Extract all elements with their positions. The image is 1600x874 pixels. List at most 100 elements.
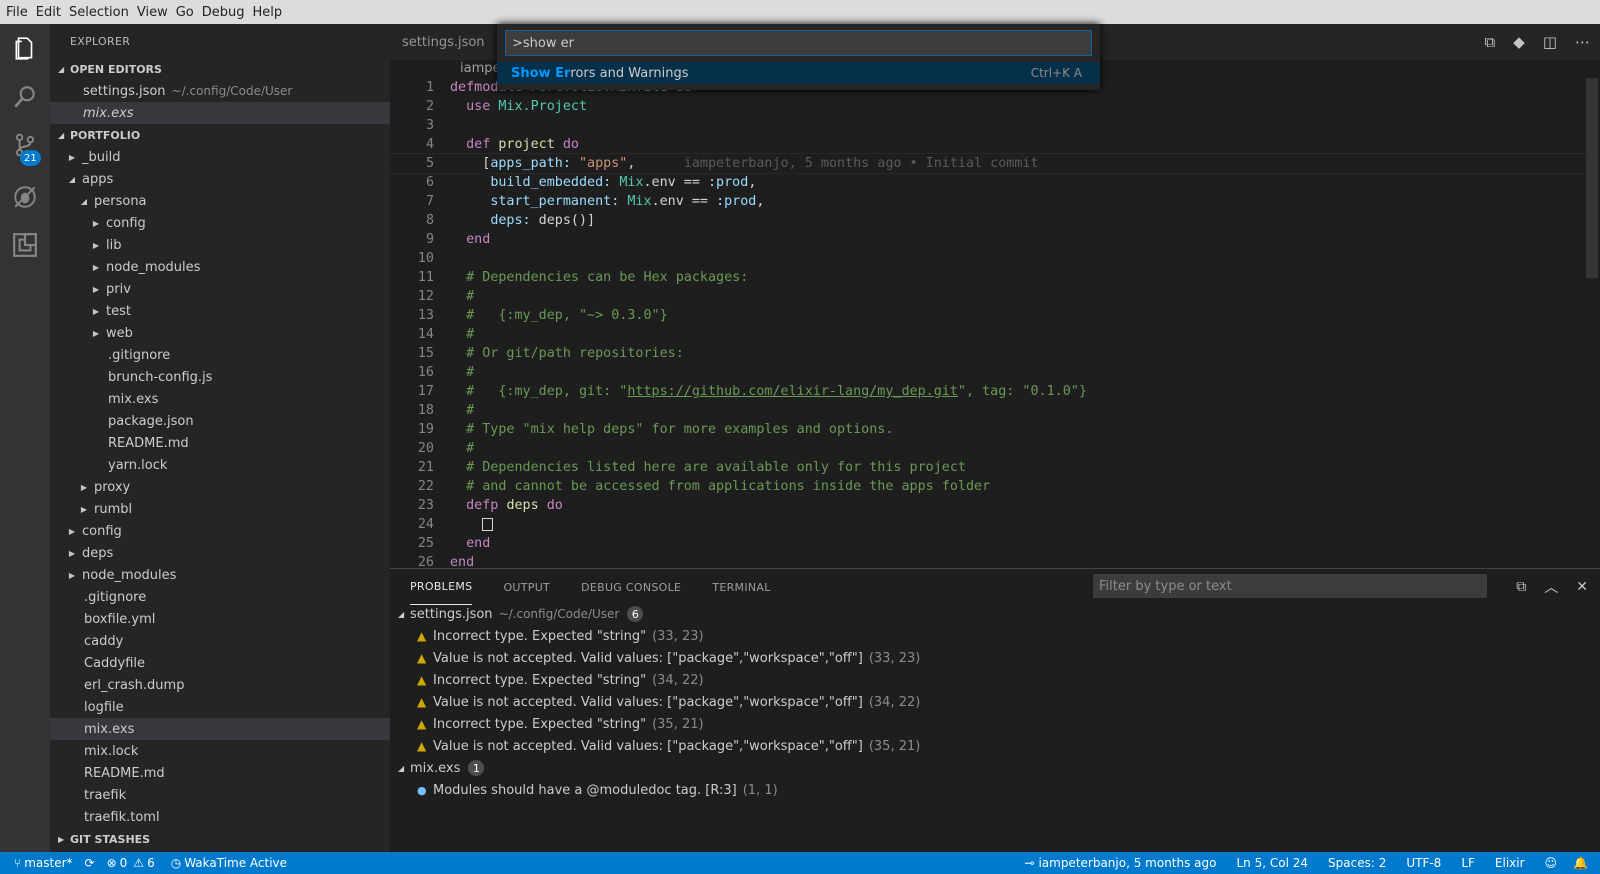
chevron-right-icon: ▶ — [92, 218, 100, 228]
menu-selection[interactable]: Selection — [69, 5, 129, 20]
tree-folder[interactable]: ▶ node_modules — [50, 256, 390, 278]
tree-folder[interactable]: ▶ rumbl — [50, 498, 390, 520]
tree-folder[interactable]: ◢ apps — [50, 168, 390, 190]
tree-folder[interactable]: ▶ priv — [50, 278, 390, 300]
menu-file[interactable]: File — [6, 5, 28, 20]
tree-file[interactable]: .gitignore — [50, 344, 390, 366]
problem-row[interactable]: ▲ Incorrect type. Expected "string" (35, 2… — [390, 713, 1600, 735]
open-editors-header[interactable]: ◢ OPEN EDITORS — [50, 58, 390, 80]
wakatime-status[interactable]: WakaTime Active — [184, 856, 287, 870]
warning-count[interactable]: 6 — [147, 856, 155, 870]
menu-help[interactable]: Help — [253, 5, 283, 20]
git-blame-status[interactable]: iampeterbanjo, 5 months ago — [1038, 856, 1216, 870]
error-count[interactable]: 0 — [120, 856, 128, 870]
problems-filter-input[interactable]: Filter by type or text — [1093, 574, 1487, 598]
branch-status[interactable]: master* — [24, 856, 72, 870]
tree-file[interactable]: mix.exs — [50, 718, 390, 740]
tree-folder[interactable]: ◢ persona — [50, 190, 390, 212]
tree-file[interactable]: traefik.toml — [50, 806, 390, 828]
code-line: 19 # Type "mix help deps" for more examp… — [417, 422, 894, 437]
tree-file[interactable]: mix.lock — [50, 740, 390, 762]
tab-settings-json[interactable]: settings.json — [390, 24, 497, 60]
more-actions-icon[interactable]: ⋯ — [1575, 33, 1590, 51]
command-palette-input[interactable]: >show er — [505, 30, 1092, 56]
tree-file[interactable]: mix.exs — [50, 388, 390, 410]
extensions-icon[interactable] — [0, 222, 50, 268]
editor-actions: ⧉ ◆ ◫ ⋯ — [1485, 24, 1590, 60]
collapse-all-icon[interactable]: ⧉ — [1516, 579, 1526, 595]
tree-file[interactable]: README.md — [50, 432, 390, 454]
tree-file[interactable]: yarn.lock — [50, 454, 390, 476]
menu-edit[interactable]: Edit — [36, 5, 61, 20]
source-control-icon[interactable]: 21 — [0, 122, 50, 168]
chevron-right-icon: ▶ — [58, 834, 65, 844]
code-editor[interactable]: iampet 1defmodule Portfolio.Mixfile do 2… — [390, 60, 1600, 568]
tree-file[interactable]: traefik — [50, 784, 390, 806]
tree-folder[interactable]: ▶ config — [50, 212, 390, 234]
tree-folder[interactable]: ▶ deps — [50, 542, 390, 564]
close-panel-icon[interactable]: ✕ — [1576, 579, 1588, 595]
problem-file-row[interactable]: ◢ settings.json ~/.config/Code/User 6 — [390, 603, 1600, 625]
command-palette-item[interactable]: Show Er rors and Warnings Ctrl+K A — [497, 62, 1100, 84]
language-mode[interactable]: Elixir — [1495, 856, 1525, 870]
eol-status[interactable]: LF — [1461, 856, 1475, 870]
warning-icon: ▲ — [417, 717, 427, 731]
tree-file[interactable]: logfile — [50, 696, 390, 718]
git-stashes-header[interactable]: ▶ GIT STASHES — [50, 828, 390, 850]
open-editor-item[interactable]: settings.json ~/.config/Code/User — [50, 80, 390, 102]
chevron-right-icon: ▶ — [92, 328, 100, 338]
tree-folder[interactable]: ▶ test — [50, 300, 390, 322]
tree-file[interactable]: erl_crash.dump — [50, 674, 390, 696]
tab-terminal[interactable]: TERMINAL — [712, 569, 770, 605]
git-icon[interactable]: ◆ — [1513, 33, 1525, 51]
tab-problems[interactable]: PROBLEMS — [410, 569, 473, 605]
open-editor-item[interactable]: mix.exs — [50, 102, 390, 124]
feedback-icon[interactable]: ☺ — [1545, 856, 1558, 870]
tree-folder[interactable]: ▶ proxy — [50, 476, 390, 498]
notifications-icon[interactable]: 🔔 — [1573, 856, 1588, 870]
problem-row[interactable]: ▲ Value is not accepted. Valid values: ["… — [390, 735, 1600, 757]
problem-row[interactable]: ▲ Incorrect type. Expected "string" (34, 2… — [390, 669, 1600, 691]
warning-icon: ▲ — [417, 629, 427, 643]
sync-icon[interactable]: ⟳ — [85, 856, 95, 870]
code-line: 3 — [425, 118, 434, 133]
tree-file[interactable]: README.md — [50, 762, 390, 784]
code-line: 26 end — [417, 555, 475, 568]
menu-view[interactable]: View — [137, 5, 168, 20]
indentation-status[interactable]: Spaces: 2 — [1328, 856, 1386, 870]
chevron-down-icon: ◢ — [398, 763, 405, 773]
split-editor-icon[interactable]: ◫ — [1543, 33, 1557, 51]
tab-debug-console[interactable]: DEBUG CONSOLE — [581, 569, 681, 605]
menu-debug[interactable]: Debug — [202, 5, 245, 20]
tree-folder[interactable]: ▶ web — [50, 322, 390, 344]
tree-folder[interactable]: ▶ lib — [50, 234, 390, 256]
encoding-status[interactable]: UTF-8 — [1406, 856, 1441, 870]
editor-scrollbar[interactable] — [1586, 78, 1598, 278]
open-changes-icon[interactable]: ⧉ — [1485, 33, 1496, 51]
explorer-icon[interactable] — [0, 26, 50, 72]
problem-row[interactable]: ● Modules should have a @moduledoc tag. [… — [390, 779, 1600, 801]
scm-badge: 21 — [20, 150, 41, 166]
problem-row[interactable]: ▲ Value is not accepted. Valid values: ["… — [390, 691, 1600, 713]
problem-file-row[interactable]: ◢ mix.exs 1 — [390, 757, 1600, 779]
tree-folder[interactable]: ▶ config — [50, 520, 390, 542]
tree-file[interactable]: package.json — [50, 410, 390, 432]
maximize-panel-icon[interactable]: ︿ — [1544, 577, 1558, 597]
code-line: 8 deps: deps()] — [425, 213, 596, 228]
tree-file[interactable]: .gitignore — [50, 586, 390, 608]
problem-row[interactable]: ▲ Value is not accepted. Valid values: ["… — [390, 647, 1600, 669]
portfolio-header[interactable]: ◢ PORTFOLIO — [50, 124, 390, 146]
debug-icon[interactable] — [0, 174, 50, 220]
tree-file[interactable]: Caddyfile — [50, 652, 390, 674]
cursor-position[interactable]: Ln 5, Col 24 — [1237, 856, 1309, 870]
warning-icon: ⚠ — [133, 856, 145, 870]
tab-output[interactable]: OUTPUT — [503, 569, 550, 605]
problem-row[interactable]: ▲ Incorrect type. Expected "string" (33, 2… — [390, 625, 1600, 647]
menu-go[interactable]: Go — [176, 5, 194, 20]
tree-folder[interactable]: ▶ _build — [50, 146, 390, 168]
tree-file[interactable]: caddy — [50, 630, 390, 652]
search-icon[interactable] — [0, 74, 50, 120]
tree-folder[interactable]: ▶ node_modules — [50, 564, 390, 586]
tree-file[interactable]: brunch-config.js — [50, 366, 390, 388]
tree-file[interactable]: boxfile.yml — [50, 608, 390, 630]
